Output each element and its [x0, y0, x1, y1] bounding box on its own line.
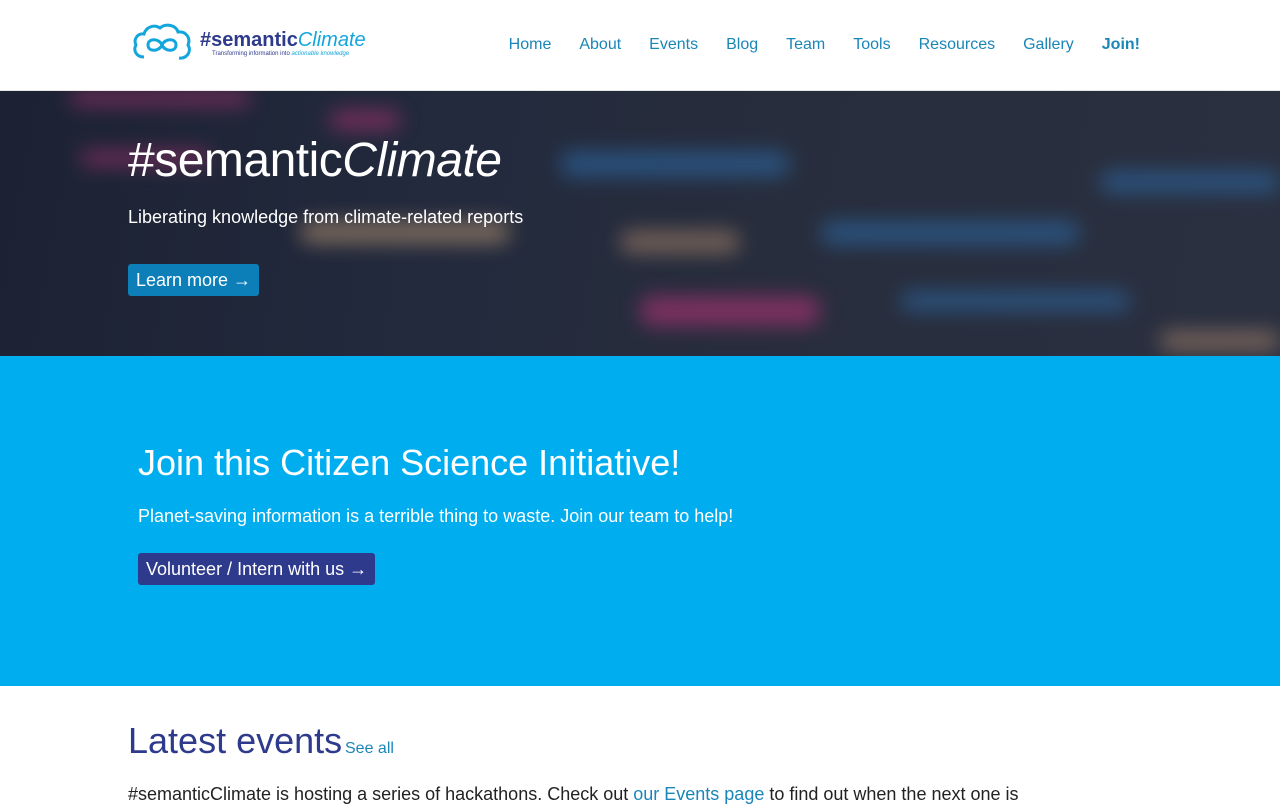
nav-blog[interactable]: Blog	[726, 36, 758, 54]
join-section: Join this Citizen Science Initiative! Pl…	[0, 356, 1280, 686]
hero-background-blur	[1100, 171, 1280, 193]
nav-events[interactable]: Events	[649, 36, 698, 54]
hero-background-blur	[560, 151, 790, 177]
events-page-link[interactable]: our Events page	[633, 784, 764, 804]
hero-banner: #semanticClimate Liberating knowledge fr…	[0, 91, 1280, 356]
see-all-link[interactable]: See all	[345, 740, 394, 758]
nav-join[interactable]: Join!	[1102, 36, 1140, 54]
hero-title: #semanticClimate	[128, 134, 502, 187]
hero-background-blur	[900, 291, 1130, 311]
nav-gallery[interactable]: Gallery	[1023, 36, 1074, 54]
hero-subtitle: Liberating knowledge from climate-relate…	[128, 207, 524, 227]
navbar: #semanticClimate Transforming informatio…	[0, 0, 1280, 91]
hero-background-blur	[330, 111, 400, 129]
hero-background-blur	[620, 231, 740, 253]
logo-tagline: Transforming information into actionable…	[212, 51, 350, 57]
join-title: Join this Citizen Science Initiative!	[138, 442, 681, 483]
hero-background-blur	[820, 221, 1080, 245]
logo-text: #semanticClimate Transforming informatio…	[200, 29, 366, 57]
latest-events-section: Latest events See all #semanticClimate i…	[0, 686, 1280, 804]
logo-wordmark: #semanticClimate	[200, 29, 366, 51]
site-logo[interactable]: #semanticClimate Transforming informatio…	[130, 18, 366, 68]
hero-background-blur	[1160, 331, 1280, 351]
main-nav: Home About Events Blog Team Tools Resour…	[509, 36, 1140, 54]
events-title: Latest events	[128, 720, 343, 761]
nav-team[interactable]: Team	[786, 36, 825, 54]
nav-resources[interactable]: Resources	[919, 36, 995, 54]
learn-more-button[interactable]: Learn more →	[128, 264, 260, 296]
volunteer-button[interactable]: Volunteer / Intern with us →	[138, 553, 376, 585]
nav-about[interactable]: About	[579, 36, 621, 54]
nav-tools[interactable]: Tools	[853, 36, 890, 54]
events-description: #semanticClimate is hosting a series of …	[128, 784, 1019, 804]
hero-background-blur	[70, 91, 250, 105]
nav-home[interactable]: Home	[509, 36, 552, 54]
cloud-infinity-icon	[133, 23, 191, 60]
join-subtitle: Planet-saving information is a terrible …	[138, 506, 734, 526]
hero-background-blur	[640, 296, 820, 326]
